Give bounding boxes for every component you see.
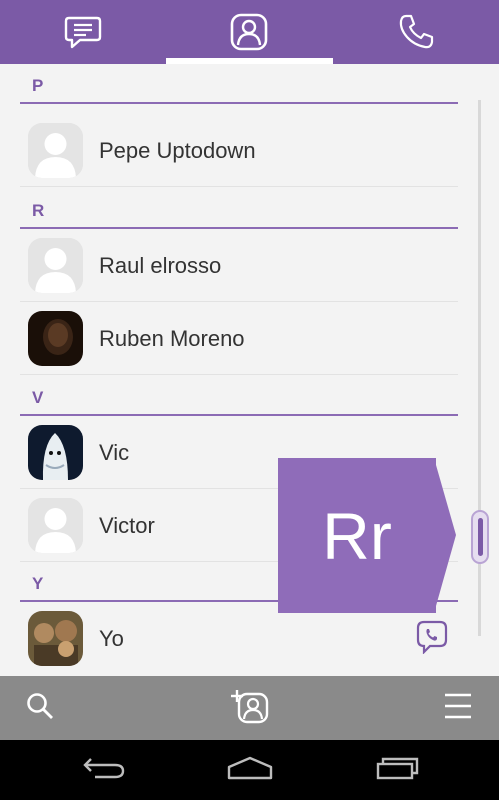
fast-scroll-handle-grip [478,518,483,556]
fast-scroll-pointer [434,458,456,613]
search-icon [25,691,55,726]
photo-avatar [28,311,83,366]
back-icon [81,755,127,786]
viber-icon[interactable] [416,620,448,659]
tab-chats[interactable] [0,0,166,64]
contact-name: Ruben Moreno [99,326,245,351]
default-avatar [28,498,83,553]
add-contact-button[interactable] [220,676,280,740]
default-avatar [28,123,83,178]
menu-icon [443,692,473,725]
fast-scroll-letter-popup: Rr [278,458,436,613]
contact-name: Pepe Uptodown [99,138,256,163]
contact-person-icon [230,13,268,51]
default-avatar [28,238,83,293]
contact-row-raul[interactable]: Raul elrosso [20,229,458,302]
system-navigation-bar [0,740,499,800]
add-contact-icon [231,688,269,729]
section-header-r: R [20,189,458,229]
tab-calls[interactable] [333,0,499,64]
contact-row-ruben[interactable]: Ruben Moreno [20,302,458,375]
section-letter: R [32,201,45,220]
contact-row-pepe[interactable]: Pepe Uptodown [20,114,458,187]
section-header-p: P [20,64,458,104]
contact-name: Vic [99,440,130,465]
photo-avatar [28,425,83,480]
top-tab-bar [0,0,499,64]
recent-apps-button[interactable] [367,750,427,790]
contact-name: Raul elrosso [99,253,222,278]
chat-bubble-icon [64,14,102,50]
home-button[interactable] [220,750,280,790]
section-letter: Y [32,574,44,593]
section-letter: P [32,76,44,95]
contact-name: Victor [99,513,155,538]
section-header-v: V [20,376,458,416]
photo-avatar [28,611,83,666]
tab-contacts[interactable] [166,0,332,64]
overflow-menu-button[interactable] [428,676,488,740]
home-icon [225,755,275,786]
phone-icon [397,13,435,51]
contact-name: Yo [99,626,124,651]
recent-apps-icon [374,755,420,786]
search-button[interactable] [10,676,70,740]
back-button[interactable] [74,750,134,790]
fast-scroll-label: Rr [322,498,392,573]
bottom-action-bar [0,676,499,740]
fast-scroll-handle[interactable] [471,510,489,564]
section-letter: V [32,388,44,407]
